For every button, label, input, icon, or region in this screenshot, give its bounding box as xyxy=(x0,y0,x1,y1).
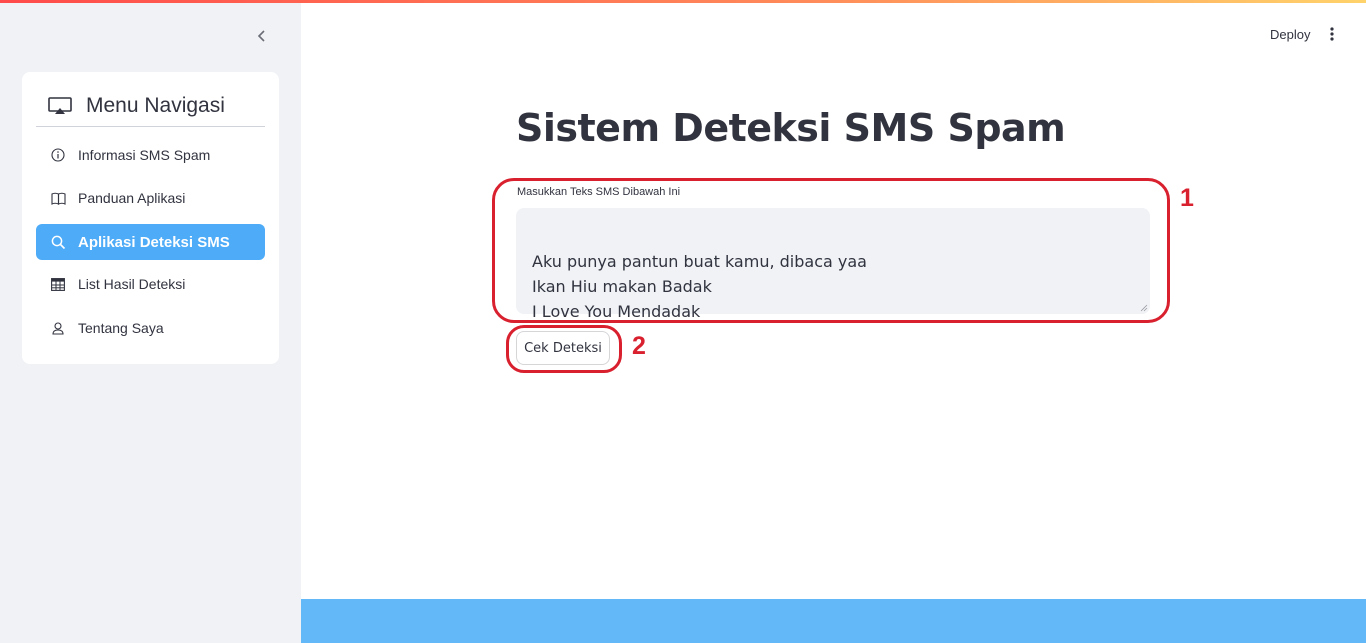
footer-bar xyxy=(301,599,1366,643)
nav-item-panduan-aplikasi[interactable]: Panduan Aplikasi xyxy=(36,180,265,216)
annotation-marker-2: 2 xyxy=(632,332,646,360)
menu-header: Menu Navigasi xyxy=(36,86,265,127)
top-decoration-stripe xyxy=(0,0,1366,3)
main-menu-button[interactable] xyxy=(1322,24,1342,44)
search-icon xyxy=(50,234,66,250)
nav-item-tentang-saya[interactable]: Tentang Saya xyxy=(36,310,265,346)
nav-item-label: Informasi SMS Spam xyxy=(78,147,211,163)
nav-item-informasi-sms-spam[interactable]: Informasi SMS Spam xyxy=(36,137,265,173)
cek-deteksi-button[interactable]: Cek Deteksi xyxy=(516,331,610,365)
chevron-left-icon xyxy=(257,30,265,42)
deploy-button[interactable]: Deploy xyxy=(1262,24,1318,44)
navigation-menu: Menu Navigasi Informasi SMS Spam Panduan… xyxy=(22,72,279,364)
kebab-menu-icon xyxy=(1330,27,1334,41)
sidebar: Menu Navigasi Informasi SMS Spam Panduan… xyxy=(0,0,301,643)
sms-text-value: Aku punya pantun buat kamu, dibaca yaa I… xyxy=(532,252,867,321)
person-icon xyxy=(50,320,66,336)
book-icon xyxy=(50,190,66,206)
collapse-sidebar-button[interactable] xyxy=(250,24,274,48)
table-icon xyxy=(50,276,66,292)
annotation-marker-1: 1 xyxy=(1180,184,1194,212)
sms-text-input[interactable]: Aku punya pantun buat kamu, dibaca yaa I… xyxy=(516,208,1150,321)
nav-item-aplikasi-deteksi-sms[interactable]: Aplikasi Deteksi SMS xyxy=(36,224,265,260)
resize-grip-icon[interactable] xyxy=(1140,304,1148,312)
airplay-icon xyxy=(48,96,72,116)
nav-item-label: Tentang Saya xyxy=(78,320,164,336)
sms-input-label: Masukkan Teks SMS Dibawah Ini xyxy=(517,186,681,198)
nav-item-list-hasil-deteksi[interactable]: List Hasil Deteksi xyxy=(36,266,265,302)
nav-item-label: Aplikasi Deteksi SMS xyxy=(78,233,230,251)
nav-item-label: Panduan Aplikasi xyxy=(78,190,186,206)
page-title: Sistem Deteksi SMS Spam xyxy=(516,106,1066,150)
menu-title: Menu Navigasi xyxy=(86,94,225,117)
nav-item-label: List Hasil Deteksi xyxy=(78,276,186,292)
info-circle-icon xyxy=(50,147,66,163)
